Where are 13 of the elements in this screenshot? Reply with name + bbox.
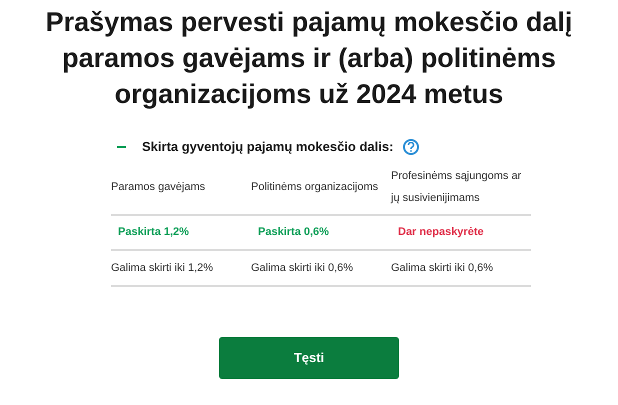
limit-text: Galima skirti iki 1,2% bbox=[111, 260, 214, 276]
column-header: Paramos gavėjams bbox=[111, 180, 206, 195]
column-header: Politinėms organizacijoms bbox=[251, 180, 380, 195]
status-text: Paskirta 0,6% bbox=[257, 225, 330, 240]
limit-text: Galima skirti iki 0,6% bbox=[391, 260, 494, 276]
section-heading: Skirta gyventojų pajamų mokesčio dalis: bbox=[142, 138, 394, 156]
help-icon[interactable] bbox=[403, 139, 420, 155]
continue-button[interactable]: Tęsti bbox=[219, 337, 399, 379]
page-title: Prašymas pervesti pajamų mokesčio dalį paramos gavėjams ir (arba) politinėms organizacijoms už 2024 metus bbox=[44, 6, 574, 111]
status-text: Dar nepaskyrėte bbox=[397, 225, 485, 240]
column-header: Profesinėms sąjungoms ar jų susivienijimams bbox=[391, 169, 522, 206]
status-text: Paskirta 1,2% bbox=[117, 225, 190, 240]
limit-text: Galima skirti iki 0,6% bbox=[251, 260, 354, 276]
